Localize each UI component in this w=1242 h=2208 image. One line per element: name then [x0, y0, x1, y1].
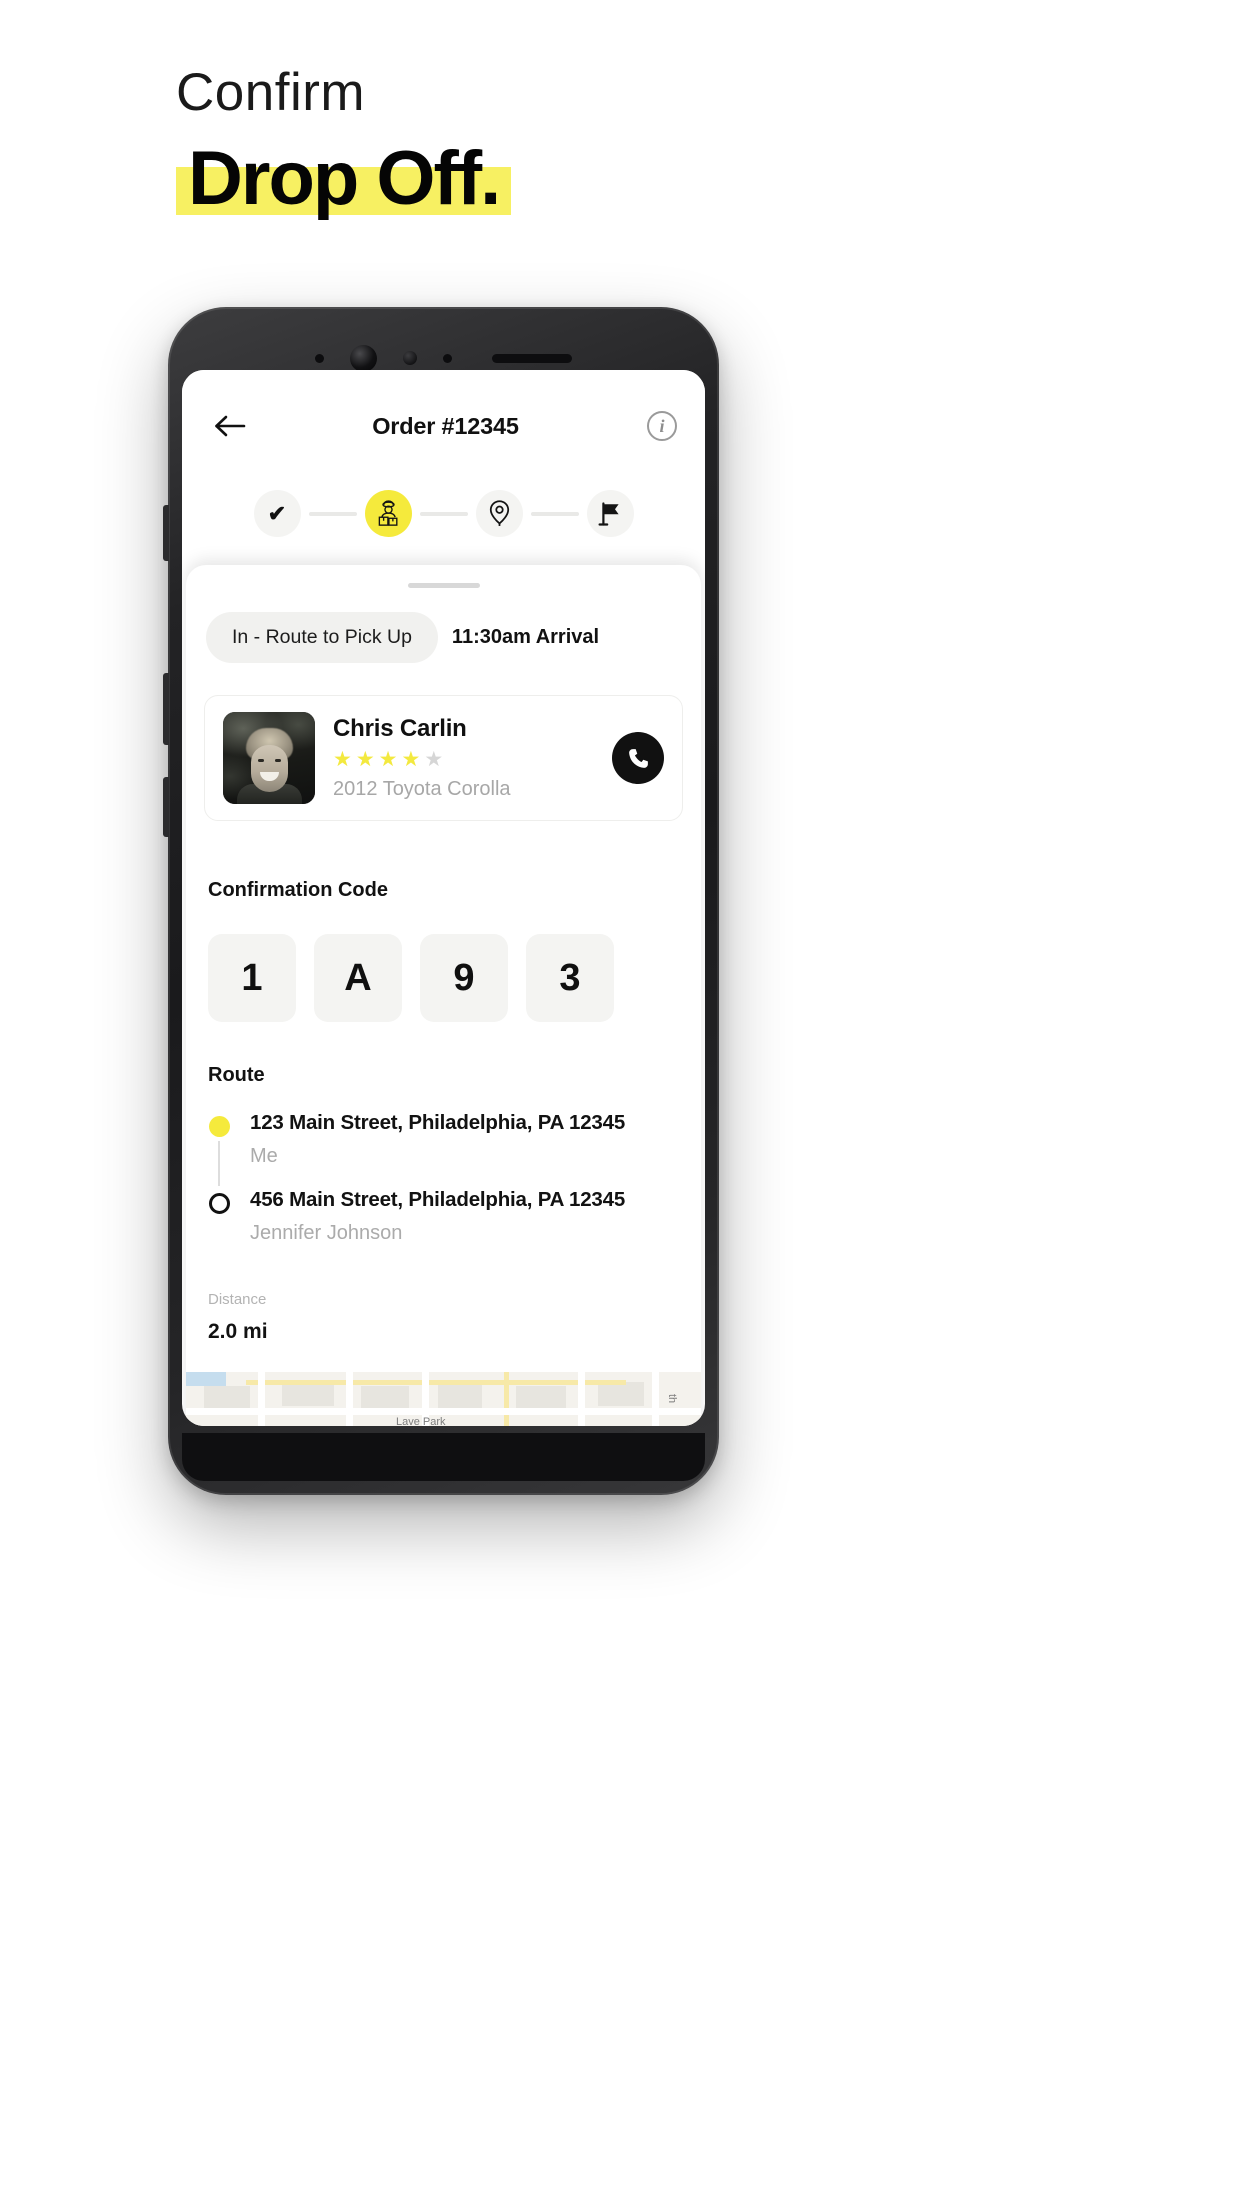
code-digit-1[interactable]: 1: [208, 934, 296, 1022]
distance-block: Distance 2.0 mi: [186, 1265, 701, 1344]
step-connector-2: [419, 511, 468, 516]
driver-photo: [223, 712, 315, 804]
info-circle-icon[interactable]: i: [647, 411, 677, 441]
driver-info: Chris Carlin ★ ★ ★ ★ ★ 2012 Toyota Corol…: [333, 715, 594, 801]
map-highway: [504, 1372, 509, 1426]
map-block: [438, 1382, 482, 1408]
phone-bottom-bezel: [182, 1433, 705, 1481]
star-icon-empty: ★: [424, 748, 444, 771]
earpiece-speaker: [492, 353, 572, 363]
map-road: [258, 1372, 265, 1426]
route-destination-address: 456 Main Street, Philadelphia, PA 12345: [250, 1188, 626, 1211]
route-marker-col-destination: [208, 1188, 230, 1265]
step-connector-3: [530, 511, 579, 516]
headline-block: Confirm Drop Off.: [176, 63, 512, 221]
info-glyph: i: [659, 415, 665, 436]
step-connector-1: [308, 511, 357, 516]
order-detail-sheet: In - Route to Pick Up 11:30am Arrival Ch…: [186, 565, 701, 1426]
headline-main-wrap: Drop Off.: [176, 136, 512, 221]
map-water-area: [186, 1372, 226, 1386]
page-title: Order #12345: [372, 412, 519, 439]
light-sensor-icon: [315, 353, 324, 363]
order-progress-stepper: ✔: [182, 482, 705, 565]
iris-sensor-icon: [443, 353, 452, 363]
route-origin-dot-icon: [208, 1116, 230, 1137]
star-icon: ★: [333, 748, 352, 771]
distance-label: Distance: [208, 1291, 267, 1308]
route-connector-line: [218, 1141, 220, 1186]
map-label-street: th: [666, 1394, 678, 1404]
map-road: [578, 1372, 585, 1426]
route-destination-text: 456 Main Street, Philadelphia, PA 12345 …: [250, 1188, 625, 1265]
step-drop-off-location[interactable]: [475, 490, 523, 537]
step-in-route-pickup[interactable]: [364, 490, 412, 537]
proximity-sensor-icon: [403, 351, 417, 365]
map-block: [361, 1386, 409, 1408]
map-block: [516, 1386, 566, 1408]
map-block: [282, 1382, 334, 1406]
map-block: [598, 1382, 644, 1406]
route-origin-text: 123 Main Street, Philadelphia, PA 12345 …: [250, 1111, 625, 1188]
driver-card[interactable]: Chris Carlin ★ ★ ★ ★ ★ 2012 Toyota Corol…: [204, 695, 683, 821]
route-origin-address: 123 Main Street, Philadelphia, PA 12345: [250, 1111, 626, 1134]
map-road: [652, 1372, 659, 1426]
map-label-park: Lave Park: [396, 1416, 446, 1426]
route-stop-destination[interactable]: 456 Main Street, Philadelphia, PA 12345 …: [208, 1188, 679, 1265]
front-camera-icon: [350, 344, 377, 372]
status-row: In - Route to Pick Up 11:30am Arrival: [186, 588, 701, 663]
step-delivered[interactable]: [586, 490, 634, 537]
distance-value: 2.0 mi: [208, 1320, 268, 1343]
avatar-eye-left: [258, 759, 264, 762]
confirmation-code-label: Confirmation Code: [208, 879, 388, 901]
avatar-face: [251, 745, 288, 792]
arrow-left-icon: [215, 415, 246, 437]
code-digit-3[interactable]: 9: [420, 934, 508, 1022]
map-pin-icon: [489, 500, 509, 526]
call-driver-button[interactable]: [612, 732, 664, 784]
map-preview[interactable]: Lave Park th: [186, 1372, 701, 1426]
star-icon: ★: [401, 748, 421, 771]
route-origin-person: Me: [250, 1145, 278, 1167]
driver-vehicle: 2012 Toyota Corolla: [333, 778, 511, 800]
star-icon: ★: [355, 748, 375, 771]
delivery-person-icon: [378, 500, 397, 526]
route-marker-col-origin: [208, 1111, 230, 1188]
headline-title: Drop Off.: [188, 136, 501, 221]
phone-device: Order #12345 i ✔ In - Route to Pick Up 1…: [163, 307, 719, 1495]
route-destination-dot-icon: [208, 1193, 230, 1214]
confirmation-code-row: 1 A 9 3: [186, 902, 701, 1022]
power-button[interactable]: [163, 777, 169, 837]
arrival-time: 11:30am Arrival: [451, 626, 600, 648]
star-icon: ★: [378, 748, 398, 771]
map-block: [204, 1386, 250, 1408]
code-digit-2[interactable]: A: [314, 934, 402, 1022]
driver-name: Chris Carlin: [333, 715, 467, 742]
check-icon: ✔: [267, 500, 287, 526]
avatar-eye-right: [275, 759, 281, 762]
volume-up-button[interactable]: [163, 505, 169, 561]
volume-down-button[interactable]: [163, 673, 169, 745]
flag-icon: [598, 501, 619, 526]
route-list: 123 Main Street, Philadelphia, PA 12345 …: [186, 1087, 701, 1265]
phone-icon: [628, 748, 648, 768]
map-highway: [246, 1380, 626, 1385]
page-root: Confirm Drop Off. Order #12345 i ✔ In - …: [0, 0, 1242, 2208]
phone-screen: Order #12345 i ✔ In - Route to Pick Up 1…: [182, 370, 705, 1426]
route-destination-person: Jennifer Johnson: [250, 1222, 403, 1244]
headline-eyebrow: Confirm: [176, 63, 366, 122]
code-digit-4[interactable]: 3: [526, 934, 614, 1022]
status-badge[interactable]: In - Route to Pick Up: [206, 612, 438, 663]
app-header: Order #12345 i: [182, 370, 705, 482]
driver-rating: ★ ★ ★ ★ ★: [333, 749, 594, 770]
step-order-placed[interactable]: ✔: [253, 490, 301, 537]
map-road: [346, 1372, 353, 1426]
route-stop-origin[interactable]: 123 Main Street, Philadelphia, PA 12345 …: [208, 1111, 679, 1188]
route-label: Route: [208, 1064, 265, 1086]
